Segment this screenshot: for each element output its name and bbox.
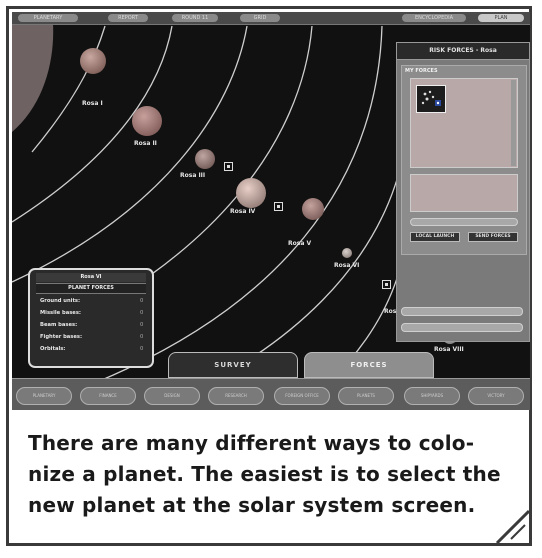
planet-rosa-3[interactable] xyxy=(195,149,215,169)
top-menu-plan[interactable]: PLAN xyxy=(478,14,524,22)
planet-forces-row-label: Orbitals: xyxy=(40,346,66,352)
tab-forces[interactable]: FORCES xyxy=(304,352,434,378)
planet-forces-header: PLANET FORCES xyxy=(36,283,146,294)
planet-rosa-2[interactable] xyxy=(132,106,162,136)
planet-label-rosa-6: Rosa VI xyxy=(334,262,360,269)
planet-label-rosa-4: Rosa IV xyxy=(230,208,256,215)
nav-button-planets[interactable]: PLANETS xyxy=(338,387,394,405)
planet-forces-row-label: Ground units: xyxy=(40,298,81,304)
bottom-navigation-bar: PLANETARY FINANCE DESIGN RESEARCH FOREIG… xyxy=(12,378,530,410)
planet-forces-panel: Rosa VI PLANET FORCES Ground units: 0 Mi… xyxy=(28,268,154,368)
fleet-marker-icon[interactable] xyxy=(224,162,233,171)
top-menu-bar: PLANETARY REPORT ROUND 11 GRID ENCYCLOPE… xyxy=(12,12,530,25)
selected-forces-list[interactable] xyxy=(410,174,518,212)
planet-forces-planet-name: Rosa VI xyxy=(36,273,146,282)
planet-label-rosa-5: Rosa V xyxy=(288,240,312,247)
nav-button-foreign-office[interactable]: FOREIGN OFFICE xyxy=(274,387,330,405)
nav-button-research[interactable]: RESEARCH xyxy=(208,387,264,405)
nav-button-finance[interactable]: FINANCE xyxy=(80,387,136,405)
caption-text: There are many different ways to colo- n… xyxy=(28,428,520,521)
top-menu-planetary[interactable]: PLANETARY xyxy=(18,14,78,22)
fleet-thumbnail[interactable] xyxy=(416,85,446,113)
send-forces-button[interactable]: SEND FORCES xyxy=(468,232,518,242)
nav-button-design[interactable]: DESIGN xyxy=(144,387,200,405)
planet-label-rosa-2: Rosa II xyxy=(134,140,157,147)
tab-survey[interactable]: SURVEY xyxy=(168,352,298,378)
planet-forces-row-value: 0 xyxy=(140,322,144,328)
planet-forces-row-label: Missile bases: xyxy=(40,310,81,316)
top-menu-report[interactable]: REPORT xyxy=(108,14,148,22)
my-forces-label: MY FORCES xyxy=(405,68,438,74)
panel-option-pill-1[interactable] xyxy=(401,307,523,316)
forces-list-scrollbar[interactable] xyxy=(511,80,516,166)
my-forces-box: MY FORCES LOCAL LAUNCH SEND FORCES xyxy=(401,65,527,255)
nav-button-planetary[interactable]: PLANETARY xyxy=(16,387,72,405)
planet-forces-row-value: 0 xyxy=(140,346,144,352)
game-screenshot: PLANETARY REPORT ROUND 11 GRID ENCYCLOPE… xyxy=(12,12,530,410)
planet-rosa-6[interactable] xyxy=(342,248,352,258)
planet-forces-row-label: Beam bases: xyxy=(40,322,78,328)
planet-label-rosa-1: Rosa I xyxy=(82,100,103,107)
my-forces-list[interactable] xyxy=(410,78,518,168)
caption-line: There are many different ways to colo- xyxy=(28,431,475,455)
caption-line: new planet at the solar system screen. xyxy=(28,493,476,517)
top-menu-encyclopedia[interactable]: ENCYCLOPEDIA xyxy=(402,14,466,22)
planet-forces-row-label: Fighter bases: xyxy=(40,334,83,340)
risk-forces-panel: RISK FORCES - Rosa MY FORCES LOCAL LAUNC… xyxy=(396,42,530,342)
fleet-marker-icon[interactable] xyxy=(274,202,283,211)
planet-rosa-5[interactable] xyxy=(302,198,324,220)
planet-rosa-4[interactable] xyxy=(236,178,266,208)
caption-line: nize a planet. The easiest is to select … xyxy=(28,462,501,486)
top-menu-round[interactable]: ROUND 11 xyxy=(172,14,218,22)
fleet-marker-icon[interactable] xyxy=(382,280,391,289)
nav-button-shipyards[interactable]: SHIPYARDS xyxy=(404,387,460,405)
nav-button-victory[interactable]: VICTORY xyxy=(468,387,524,405)
local-launch-button[interactable]: LOCAL LAUNCH xyxy=(410,232,460,242)
planet-forces-row-value: 0 xyxy=(140,334,144,340)
planet-forces-row-value: 0 xyxy=(140,298,144,304)
planet-forces-row-value: 0 xyxy=(140,310,144,316)
panel-option-pill-2[interactable] xyxy=(401,323,523,332)
forces-status-bar xyxy=(410,218,518,226)
planet-rosa-1[interactable] xyxy=(80,48,106,74)
planet-label-rosa-8: Rosa VIII xyxy=(434,346,464,353)
top-menu-grid[interactable]: GRID xyxy=(240,14,280,22)
risk-forces-title: RISK FORCES - Rosa xyxy=(397,43,529,60)
planet-label-rosa-3: Rosa III xyxy=(180,172,206,179)
